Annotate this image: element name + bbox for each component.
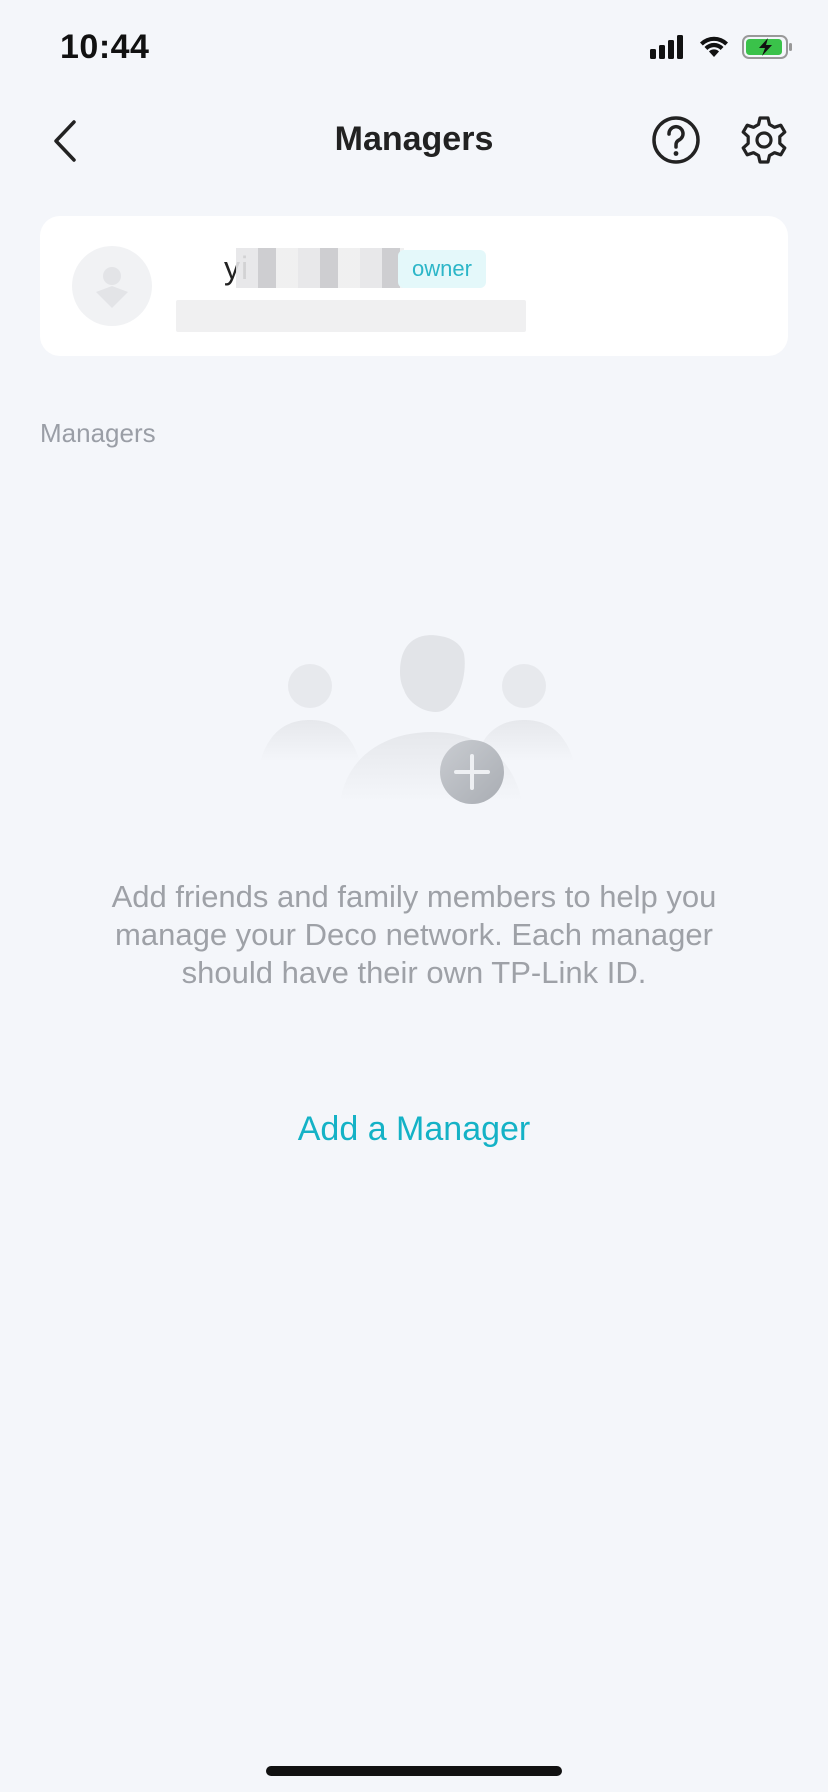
managers-empty-illustration: [260, 632, 580, 812]
people-group-icon: [260, 635, 574, 804]
redacted-name: [236, 248, 404, 288]
battery-charging-icon: [742, 35, 792, 59]
help-button[interactable]: [650, 114, 702, 166]
settings-button[interactable]: [738, 114, 790, 166]
add-manager-button[interactable]: Add a Manager: [0, 1110, 828, 1149]
owner-badge: owner: [398, 250, 486, 288]
owner-card[interactable]: yin owner: [40, 216, 788, 356]
wifi-icon: [700, 36, 728, 57]
status-time: 10:44: [60, 28, 150, 66]
managers-section-label: Managers: [40, 418, 156, 448]
home-indicator[interactable]: [266, 1766, 562, 1776]
gear-icon: [741, 116, 787, 164]
help-circle-icon: [652, 116, 700, 164]
nav-header: Managers: [0, 100, 828, 180]
user-avatar-icon: [96, 267, 128, 308]
status-icons: [650, 34, 794, 60]
managers-empty-message: Add friends and family members to help y…: [111, 879, 717, 990]
cellular-signal-icon: [650, 35, 683, 59]
page-title: Managers: [334, 120, 494, 158]
avatar: [72, 246, 152, 326]
redacted-email: [176, 300, 526, 332]
status-bar: 10:44: [0, 0, 828, 100]
